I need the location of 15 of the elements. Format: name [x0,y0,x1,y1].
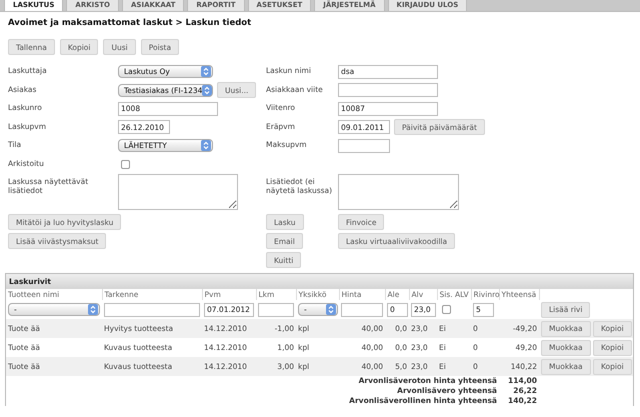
select-arrow-icon [201,66,211,77]
date-field[interactable] [338,138,390,152]
textarea-field[interactable] [118,174,238,210]
price-field[interactable] [341,302,383,316]
textarea-field[interactable] [338,174,459,210]
select-arrow-icon [326,304,336,315]
checkbox[interactable] [121,160,130,168]
description-field[interactable] [104,302,200,316]
breadcrumb: Avoimet ja maksamattomat laskut > Laskun tiedot [7,17,252,28]
quantity-field[interactable] [258,302,294,316]
select-arrow-icon [88,304,98,315]
select-arrow-icon [201,140,211,151]
input-field[interactable] [338,83,438,97]
checkbox[interactable] [442,305,451,314]
select-arrow-icon [202,84,212,96]
